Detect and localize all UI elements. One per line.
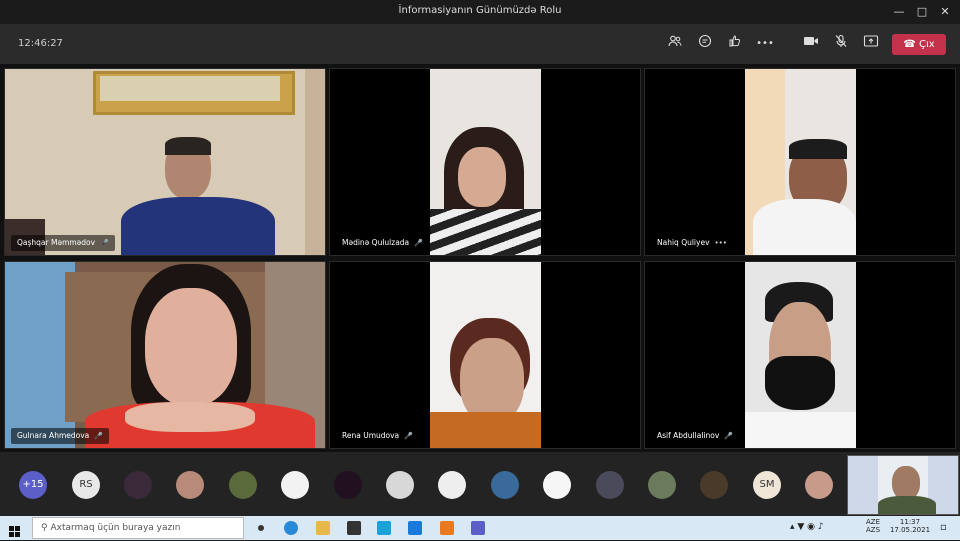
- windows-start-icon[interactable]: [9, 522, 20, 537]
- mic-muted-icon[interactable]: [830, 34, 852, 54]
- mic-muted-icon: 🎤: [94, 432, 103, 440]
- file-explorer-icon[interactable]: [316, 521, 330, 535]
- participant-tile[interactable]: Rena Umudova 🎤: [329, 261, 641, 449]
- edge-icon[interactable]: [284, 521, 298, 535]
- chat-icon[interactable]: [694, 34, 716, 54]
- avatar[interactable]: [334, 471, 362, 499]
- video-feed: [5, 69, 325, 255]
- language-top: AZE: [866, 518, 881, 526]
- avatar[interactable]: [229, 471, 257, 499]
- participant-roster: +15 RS SM: [0, 452, 960, 516]
- nameplate: Asif Abdullalinov 🎤: [651, 428, 739, 444]
- participant-name: Qaşhqar Məmmədov: [17, 238, 96, 247]
- close-icon[interactable]: ✕: [936, 3, 954, 21]
- language-bottom: AZS: [866, 526, 881, 534]
- mic-muted-icon: 🎤: [100, 239, 109, 247]
- search-placeholder: Axtarmaq üçün buraya yazın: [50, 523, 181, 533]
- participant-tile[interactable]: Qaşhqar Məmmədov 🎤: [4, 68, 326, 256]
- participant-name: Rena Umudova: [342, 431, 400, 440]
- leave-button[interactable]: ☎ Çıx: [892, 34, 946, 55]
- search-icon: ⚲: [41, 523, 48, 533]
- app-icon[interactable]: [377, 521, 391, 535]
- phone-hangup-icon: ☎: [903, 39, 916, 50]
- avatar[interactable]: [700, 471, 728, 499]
- app-icon[interactable]: [440, 521, 454, 535]
- video-feed: [430, 69, 541, 255]
- video-feed: [745, 262, 856, 448]
- avatar[interactable]: [438, 471, 466, 499]
- share-icon[interactable]: [860, 34, 882, 54]
- avatar[interactable]: [124, 471, 152, 499]
- avatar[interactable]: [596, 471, 624, 499]
- avatar[interactable]: RS: [72, 471, 100, 499]
- avatar[interactable]: [805, 471, 833, 499]
- participant-tile[interactable]: Nahiq Quliyev •••: [644, 68, 956, 256]
- avatar[interactable]: [648, 471, 676, 499]
- nameplate: Gulnara Ahmedova 🎤: [11, 428, 109, 444]
- video-stage: Qaşhqar Məmmədov 🎤 Mədinə Qululzada 🎤 Nahi…: [0, 64, 960, 452]
- participant-name: Asif Abdullalinov: [657, 431, 720, 440]
- mic-muted-icon: 🎤: [414, 239, 423, 247]
- self-view[interactable]: [847, 455, 959, 515]
- minimize-icon[interactable]: —: [890, 3, 908, 21]
- more-icon[interactable]: •••: [715, 239, 727, 247]
- notifications-icon[interactable]: ▫: [940, 522, 947, 533]
- taskbar: ⚲ Axtarmaq üçün buraya yazın ▴ ▼ ◉ ♪ AZE…: [0, 516, 960, 540]
- language-indicator[interactable]: AZE AZS: [866, 518, 880, 534]
- participants-icon[interactable]: [664, 34, 686, 54]
- clock[interactable]: 11:37 17.05.2021: [886, 518, 934, 534]
- app-icon[interactable]: [408, 521, 422, 535]
- title-bar: İnformasiyanın Günümüzdə Rolu — □ ✕: [0, 0, 960, 24]
- avatar[interactable]: [491, 471, 519, 499]
- reactions-icon[interactable]: [724, 34, 746, 54]
- clock-time: 11:37: [899, 518, 921, 526]
- taskbar-search[interactable]: ⚲ Axtarmaq üçün buraya yazın: [32, 517, 244, 539]
- mic-muted-icon: 🎤: [404, 432, 413, 440]
- nameplate: Mədinə Qululzada 🎤: [336, 235, 429, 251]
- meeting-toolbar: 12:46:27 ••• ☎ Çıx: [0, 24, 960, 64]
- clock-date: 17.05.2021: [889, 526, 931, 534]
- video-feed: [430, 262, 541, 448]
- participant-tile[interactable]: Mədinə Qululzada 🎤: [329, 68, 641, 256]
- task-view-icon[interactable]: [258, 525, 264, 531]
- participant-tile[interactable]: Gulnara Ahmedova 🎤: [4, 261, 326, 449]
- participant-tile[interactable]: Asif Abdullalinov 🎤: [644, 261, 956, 449]
- avatar[interactable]: [386, 471, 414, 499]
- mic-muted-icon: 🎤: [724, 432, 733, 440]
- avatar[interactable]: [281, 471, 309, 499]
- avatar-label: RS: [79, 479, 93, 490]
- participant-name: Nahiq Quliyev: [657, 238, 710, 247]
- video-feed: [745, 69, 856, 255]
- avatar-label: SM: [759, 479, 775, 490]
- camera-icon[interactable]: [800, 34, 822, 54]
- teams-icon[interactable]: [471, 521, 485, 535]
- more-participants-avatar[interactable]: +15: [19, 471, 47, 499]
- avatar-label: +15: [22, 479, 44, 490]
- maximize-icon[interactable]: □: [913, 3, 931, 21]
- elapsed-time: 12:46:27: [18, 38, 63, 49]
- participant-name: Gulnara Ahmedova: [17, 431, 90, 440]
- window-title: İnformasiyanın Günümüzdə Rolu: [398, 5, 562, 16]
- nameplate: Nahiq Quliyev •••: [651, 235, 733, 251]
- avatar[interactable]: [176, 471, 204, 499]
- more-icon[interactable]: •••: [754, 34, 776, 54]
- participant-name: Mədinə Qululzada: [342, 238, 410, 247]
- leave-label: Çıx: [918, 39, 935, 50]
- store-icon[interactable]: [347, 521, 361, 535]
- avatar[interactable]: SM: [753, 471, 781, 499]
- nameplate: Rena Umudova 🎤: [336, 428, 419, 444]
- avatar[interactable]: [543, 471, 571, 499]
- nameplate: Qaşhqar Məmmədov 🎤: [11, 235, 115, 251]
- video-feed: [5, 262, 325, 448]
- tray-icons[interactable]: ▴ ▼ ◉ ♪: [790, 522, 824, 532]
